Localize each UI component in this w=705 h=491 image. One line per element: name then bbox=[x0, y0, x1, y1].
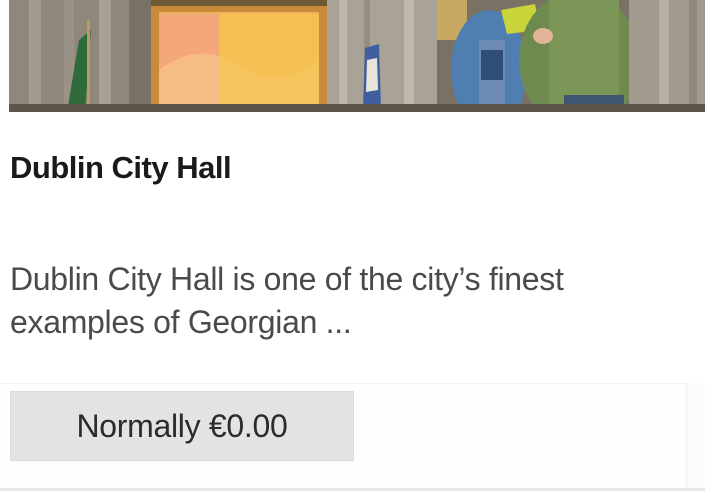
attraction-title[interactable]: Dublin City Hall bbox=[10, 150, 232, 186]
attraction-card[interactable]: Dublin City Hall Dublin City Hall is one… bbox=[0, 0, 705, 491]
hero-photo bbox=[9, 0, 705, 112]
price-section-edge bbox=[686, 383, 705, 491]
price-badge: Normally €0.00 bbox=[10, 391, 354, 461]
attraction-image[interactable] bbox=[9, 0, 705, 112]
attraction-description: Dublin City Hall is one of the city’s fi… bbox=[10, 261, 564, 340]
